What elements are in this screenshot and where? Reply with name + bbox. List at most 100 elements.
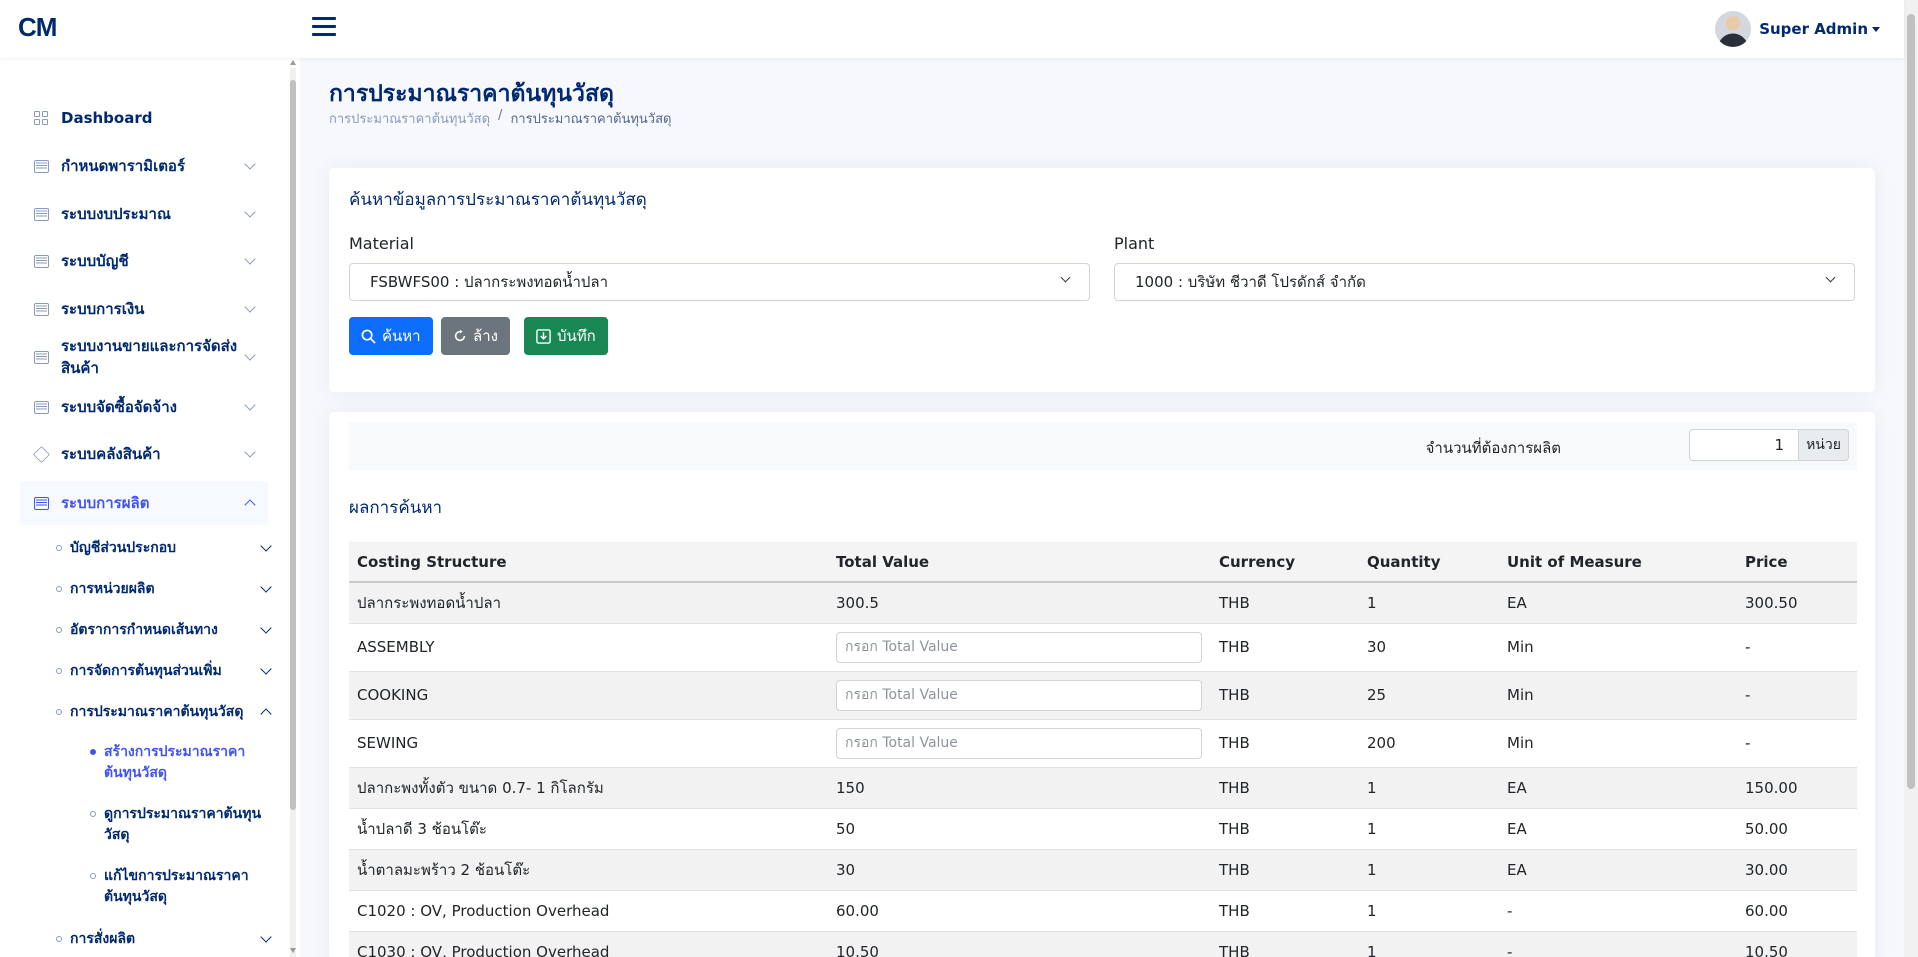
chevron-down-icon <box>244 206 256 218</box>
total-value-cell: 300.5 <box>828 582 1211 624</box>
breadcrumb-separator: / <box>498 108 503 123</box>
sidebar-subitem-label: การจัดการต้นทุนส่วนเพิ่ม <box>70 663 222 679</box>
sidebar-item-finance[interactable]: ระบบการเงิน <box>20 289 268 329</box>
refresh-icon <box>454 329 466 342</box>
sidebar-subitem-production-order[interactable]: การสั่งผลิต <box>56 928 272 950</box>
search-card: ค้นหาข้อมูลการประมาณราคาต้นทุนวัสดุ Mate… <box>329 168 1875 392</box>
chevron-down-icon <box>244 446 256 458</box>
sidebar-link-create-estimate[interactable]: สร้างการประมาณราคาต้นทุนวัสดุ <box>90 742 270 784</box>
sidebar-item-label: กำหนดพารามิเตอร์ <box>61 157 185 175</box>
quantity-cell: 1 <box>1359 767 1499 809</box>
scroll-down-arrow-icon[interactable] <box>290 948 296 953</box>
sidebar-link-view-estimate[interactable]: ดูการประมาณราคาต้นทุนวัสดุ <box>90 804 270 846</box>
table-row: น้ำปลาดี 3 ช้อนโต๊ะ 50 THB 1 EA 50.00 <box>349 808 1857 850</box>
page-scroll-thumb[interactable] <box>1907 14 1915 789</box>
sidebar-scroll-thumb[interactable] <box>290 80 296 810</box>
sidebar-subitem-label: การสั่งผลิต <box>70 931 136 947</box>
column-header: Quantity <box>1359 542 1499 583</box>
sidebar-item-parameters[interactable]: กำหนดพารามิเตอร์ <box>20 146 268 186</box>
quantity-cell: 30 <box>1359 623 1499 672</box>
sidebar-item-procurement[interactable]: ระบบจัดซื้อจัดจ้าง <box>20 387 268 427</box>
menu-list-icon <box>34 350 49 364</box>
sidebar-item-warehouse[interactable]: ระบบคลังสินค้า <box>20 434 268 474</box>
results-table: Costing Structure Total Value Currency Q… <box>349 542 1857 957</box>
total-value-input[interactable]: กรอก Total Value <box>836 631 1202 663</box>
quantity-cell: 1 <box>1359 808 1499 850</box>
sidebar-link-edit-estimate[interactable]: แก้ไขการประมาณราคาต้นทุนวัสดุ <box>90 866 270 908</box>
table-row: ปลากระพงทอดน้ำปลา 300.5 THB 1 EA 300.50 <box>349 582 1857 624</box>
sidebar-item-label: ระบบคลังสินค้า <box>61 445 161 463</box>
sidebar-subitem-label: การหน่วยผลิต <box>70 581 155 597</box>
sidebar-item-label: ระบบงานขายและการจัดส่งสินค้า <box>61 337 238 377</box>
chevron-up-icon <box>244 499 256 511</box>
sidebar-item-budget[interactable]: ระบบงบประมาณ <box>20 194 268 234</box>
scroll-up-arrow-icon[interactable] <box>290 60 296 65</box>
sidebar-subitem-label: บัญชีส่วนประกอบ <box>70 540 176 556</box>
table-row: น้ำตาลมะพร้าว 2 ช้อนโต๊ะ 30 THB 1 EA 30.… <box>349 849 1857 891</box>
save-button[interactable]: บันทึก <box>524 317 608 355</box>
bullet-icon <box>56 545 62 551</box>
sidebar: Dashboard กำหนดพารามิเตอร์ ระบบงบประมาณ … <box>0 58 300 957</box>
sidebar-subitem-bom[interactable]: บัญชีส่วนประกอบ <box>56 537 272 559</box>
uom-cell: - <box>1499 931 1737 957</box>
bullet-icon <box>90 873 96 879</box>
chevron-down-icon <box>260 931 272 943</box>
total-value-input[interactable]: กรอก Total Value <box>836 679 1202 711</box>
app-logo[interactable]: CM <box>18 12 57 43</box>
sidebar-subitem-routing-rate[interactable]: อัตราการกำหนดเส้นทาง <box>56 619 272 641</box>
price-cell: 60.00 <box>1737 890 1857 932</box>
uom-cell: EA <box>1499 849 1737 891</box>
uom-cell: - <box>1499 890 1737 932</box>
user-menu[interactable]: Super Admin <box>1715 11 1880 47</box>
total-value-cell: 150 <box>828 767 1211 809</box>
clear-button[interactable]: ล้าง <box>441 317 510 355</box>
currency-cell: THB <box>1211 671 1359 720</box>
production-quantity-bar: จำนวนที่ต้องการผลิต 1 หน่วย <box>349 422 1857 470</box>
breadcrumb-link[interactable]: การประมาณราคาต้นทุนวัสดุ <box>329 108 490 129</box>
quantity-cell: 1 <box>1359 849 1499 891</box>
total-value-input[interactable]: กรอก Total Value <box>836 727 1202 759</box>
sidebar-subitem-incremental-cost[interactable]: การจัดการต้นทุนส่วนเพิ่ม <box>56 660 272 682</box>
plant-select[interactable]: 1000 : บริษัท ชีวาดี โปรดักส์ จำกัด <box>1114 263 1855 301</box>
total-value-cell: 60.00 <box>828 890 1211 932</box>
price-cell: - <box>1737 671 1857 720</box>
sidebar-item-label: ระบบการเงิน <box>61 300 145 318</box>
chevron-down-icon <box>244 349 256 361</box>
caret-down-icon <box>1872 26 1880 32</box>
sidebar-item-dashboard[interactable]: Dashboard <box>20 98 268 138</box>
costing-cell: C1030 : OV, Production Overhead <box>349 931 828 957</box>
sidebar-item-sales[interactable]: ระบบงานขายและการจัดส่งสินค้า <box>20 326 268 388</box>
total-value-cell: กรอก Total Value <box>828 671 1211 720</box>
sidebar-subitem-cost-estimate[interactable]: การประมาณราคาต้นทุนวัสดุ <box>56 701 272 723</box>
menu-list-icon <box>34 496 49 510</box>
price-cell: 150.00 <box>1737 767 1857 809</box>
quantity-cell: 200 <box>1359 719 1499 768</box>
grid-icon <box>34 110 49 126</box>
results-card: จำนวนที่ต้องการผลิต 1 หน่วย ผลการค้นหา C… <box>329 412 1875 957</box>
plant-label: Plant <box>1114 234 1155 253</box>
search-card-title: ค้นหาข้อมูลการประมาณราคาต้นทุนวัสดุ <box>349 190 647 210</box>
chevron-down-icon <box>244 253 256 265</box>
production-quantity-input[interactable]: 1 <box>1689 429 1799 461</box>
sidebar-item-production[interactable]: ระบบการผลิต <box>20 481 268 525</box>
page-scrollbar[interactable] <box>1904 0 1918 957</box>
table-row: C1030 : OV, Production Overhead 10.50 TH… <box>349 931 1857 957</box>
material-select[interactable]: FSBWFS00 : ปลากระพงทอดน้ำปลา <box>349 263 1090 301</box>
bullet-icon <box>56 668 62 674</box>
chevron-down-icon <box>244 301 256 313</box>
menu-toggle-icon[interactable] <box>312 17 336 39</box>
clear-button-label: ล้าง <box>473 327 498 345</box>
sidebar-item-label: ระบบการผลิต <box>61 494 150 512</box>
user-name: Super Admin <box>1759 20 1868 38</box>
save-icon <box>536 328 551 344</box>
sidebar-item-label: ระบบจัดซื้อจัดจ้าง <box>61 398 177 416</box>
search-button[interactable]: ค้นหา <box>349 317 433 355</box>
sidebar-subitem-label: อัตราการกำหนดเส้นทาง <box>70 622 218 638</box>
price-cell: 10.50 <box>1737 931 1857 957</box>
sidebar-scrollbar[interactable] <box>290 68 296 957</box>
sidebar-subitem-production-unit[interactable]: การหน่วยผลิต <box>56 578 272 600</box>
search-button-label: ค้นหา <box>382 327 421 345</box>
bullet-icon <box>56 709 62 715</box>
sidebar-item-accounting[interactable]: ระบบบัญชี <box>20 241 268 281</box>
chevron-down-icon <box>244 399 256 411</box>
